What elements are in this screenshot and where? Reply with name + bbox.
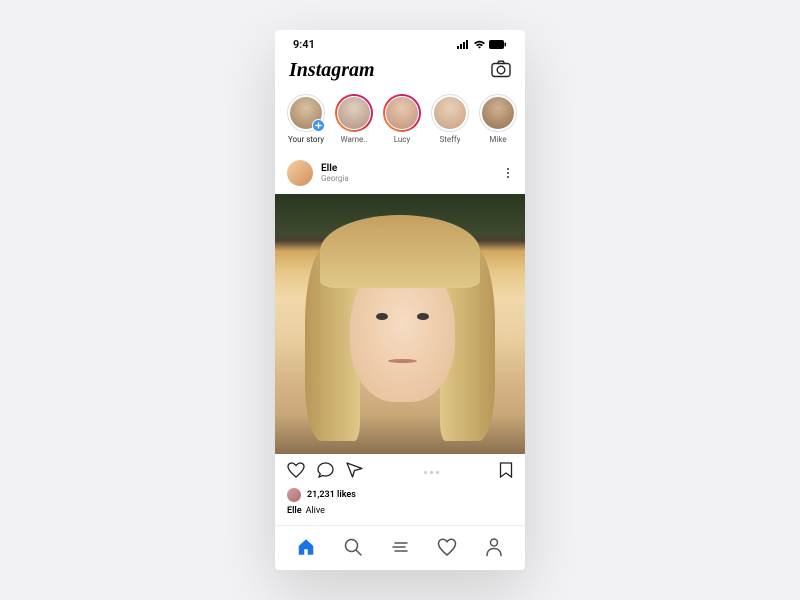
likes-count: 21,231 likes <box>307 490 356 500</box>
caption-text: Alive <box>306 506 325 516</box>
menu-icon <box>390 537 410 557</box>
bottom-nav <box>275 525 525 570</box>
search-icon <box>343 537 363 557</box>
carousel-pager <box>424 471 439 474</box>
heart-icon <box>437 538 457 556</box>
nav-home[interactable] <box>292 536 320 558</box>
story-your-story[interactable]: Your story <box>287 94 325 144</box>
post-actions <box>275 454 525 486</box>
camera-button[interactable] <box>491 60 511 82</box>
share-button[interactable] <box>346 462 363 482</box>
status-bar: 9:41 <box>275 30 525 55</box>
story-item[interactable]: Mike <box>479 94 517 144</box>
nav-search[interactable] <box>339 536 367 558</box>
post-header: Elle Georgia <box>275 152 525 194</box>
status-icons <box>457 40 507 49</box>
nav-activity[interactable] <box>433 536 461 558</box>
story-item[interactable]: Steffy <box>431 94 469 144</box>
battery-icon <box>489 40 507 49</box>
post-more-button[interactable] <box>503 164 514 183</box>
post-caption: Elle Alive <box>275 504 525 522</box>
story-label: Mike <box>489 135 506 144</box>
story-label: Steffy <box>440 135 461 144</box>
bookmark-icon <box>499 462 513 478</box>
post-user[interactable]: Elle Georgia <box>287 160 349 186</box>
post-username: Elle <box>321 163 349 174</box>
heart-icon <box>287 462 305 478</box>
story-item[interactable]: Warne.. <box>335 94 373 144</box>
logo: Instagram <box>289 59 375 82</box>
nav-profile[interactable] <box>480 536 508 558</box>
stories-row[interactable]: Your story Warne.. Lucy Steffy Mike <box>275 90 525 152</box>
like-button[interactable] <box>287 462 305 482</box>
phone-frame: 9:41 Instagram Your story Warne.. Lucy <box>275 30 525 570</box>
post-location: Georgia <box>321 174 349 183</box>
camera-icon <box>491 60 511 78</box>
comment-button[interactable] <box>317 462 334 482</box>
add-story-badge <box>312 119 325 132</box>
send-icon <box>346 462 363 478</box>
save-button[interactable] <box>499 462 513 482</box>
story-label: Your story <box>288 135 324 144</box>
app-header: Instagram <box>275 55 525 90</box>
story-item[interactable]: Lucy <box>383 94 421 144</box>
signal-icon <box>457 40 470 49</box>
home-icon <box>296 537 316 557</box>
liker-avatar <box>287 488 301 502</box>
caption-username[interactable]: Elle <box>287 506 302 516</box>
story-label: Warne.. <box>341 135 368 144</box>
post-avatar <box>287 160 313 186</box>
status-time: 9:41 <box>293 38 315 51</box>
post-image[interactable] <box>275 194 525 454</box>
wifi-icon <box>473 40 486 49</box>
profile-icon <box>485 537 503 557</box>
story-label: Lucy <box>394 135 411 144</box>
likes-row[interactable]: 21,231 likes <box>275 486 525 504</box>
nav-reels[interactable] <box>386 536 414 558</box>
comment-icon <box>317 462 334 478</box>
